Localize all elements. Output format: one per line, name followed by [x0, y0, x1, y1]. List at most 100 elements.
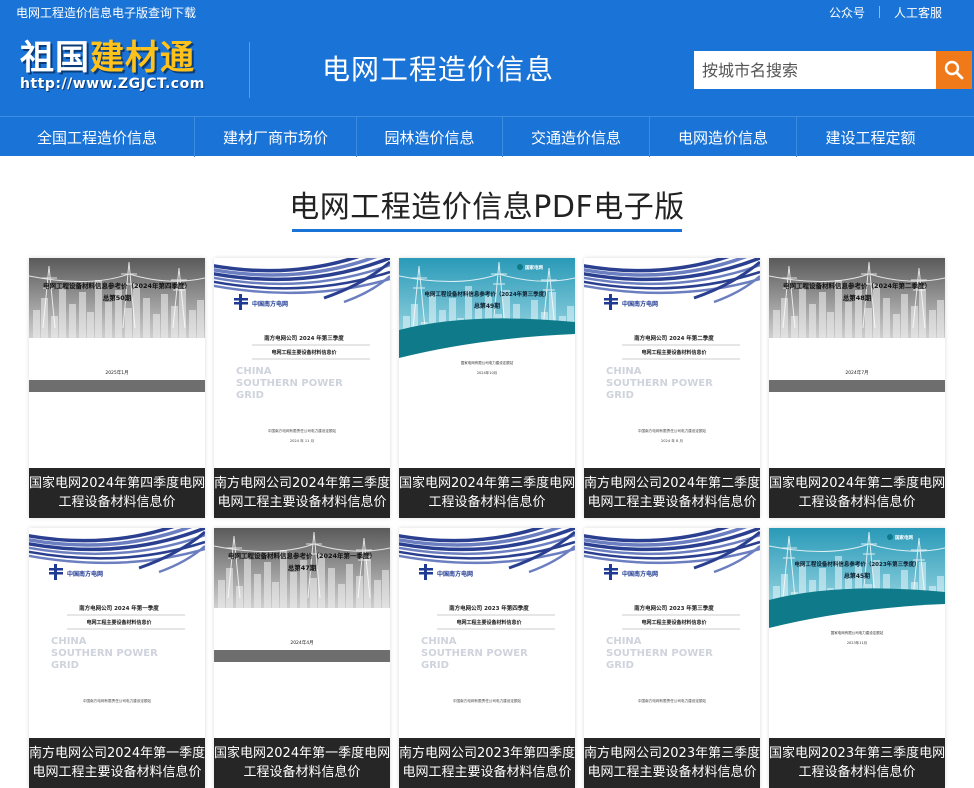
document-card[interactable]: 中国南方电网 南方电网公司 2023 年第四季度 电网工程主要设备材料信息价 CHIN… — [399, 528, 575, 788]
cover-en-line3: GRID — [236, 390, 264, 401]
document-title-line1: 南方电网公司2023年第四季度 — [399, 746, 575, 761]
cover-issue: 总第45期 — [844, 572, 870, 580]
document-cover[interactable]: 电网工程设备材料信息参考价（2024年第一季度） 总第47期 2024年4月 — [214, 528, 390, 738]
cover-image: 国家电网电网工程设备材料信息参考价（2023年第三季度） 总第45期国家电网有限公… — [769, 528, 945, 652]
document-title[interactable]: 南方电网公司2023年第三季度 电网工程主要设备材料信息价 — [584, 738, 760, 788]
cover-date: 2025年1月 — [105, 369, 128, 376]
cover-date: 2023年11月 — [847, 640, 867, 645]
cover-issue: 总第48期 — [843, 293, 872, 302]
site-logo[interactable]: 祖国建材通 http://www.ZGJCT.com — [20, 38, 230, 108]
header-divider — [249, 42, 250, 98]
nav-grid-cost[interactable]: 电网造价信息 — [650, 117, 797, 157]
document-cover[interactable]: 国家电网 电网工程设备材料信息参考价（2024年第三季度） 总第49期 国家电网有限公… — [399, 258, 575, 468]
cover-en-line2: SOUTHERN POWER — [606, 378, 713, 389]
search-input[interactable] — [694, 51, 936, 89]
cover-title: 电网工程设备材料信息参考价（2024年第四季度） — [43, 281, 191, 290]
nav-traffic-cost[interactable]: 交通造价信息 — [503, 117, 650, 157]
document-title-line1: 南方电网公司2024年第二季度 — [584, 476, 760, 491]
document-title-line1: 南方电网公司2024年第一季度 — [29, 746, 205, 761]
cover-date: 2024 年 11 月 — [290, 438, 314, 443]
document-cover[interactable]: 中国南方电网 南方电网公司 2024 年第二季度 电网工程主要设备材料信息价 CHIN… — [584, 258, 760, 468]
cover-title: 南方电网公司 2024 年第二季度 — [634, 334, 714, 342]
document-title[interactable]: 南方电网公司2024年第三季度 电网工程主要设备材料信息价 — [214, 468, 390, 518]
cover-issue: 总第47期 — [288, 563, 317, 572]
document-card[interactable]: 国家电网 电网工程设备材料信息参考价（2024年第三季度） 总第49期 国家电网有限公… — [399, 258, 575, 518]
cover-logo: 中国南方电网 — [252, 300, 288, 308]
cover-image: 中国南方电网南方电网公司 2023 年第四季度电网工程主要设备材料信息价 CHIN… — [399, 528, 575, 703]
cover-date: 2024年4月 — [290, 639, 313, 646]
nav-national-cost[interactable]: 全国工程造价信息 — [0, 117, 195, 157]
cover-logo: 国家电网 — [525, 264, 543, 271]
document-cover[interactable]: 中国南方电网 南方电网公司 2024 年第一季度 电网工程主要设备材料信息价 CHIN… — [29, 528, 205, 738]
document-card[interactable]: 电网工程设备材料信息参考价（2024年第二季度） 总第48期 2024年7月国家电网… — [769, 258, 945, 518]
document-title[interactable]: 南方电网公司2023年第四季度 电网工程主要设备材料信息价 — [399, 738, 575, 788]
cover-en-line3: GRID — [421, 660, 449, 671]
cover-en-line3: GRID — [606, 390, 634, 401]
logo-text-yellow: 建材通 — [90, 38, 195, 78]
heading-section: 电网工程造价信息PDF电子版 — [0, 156, 974, 258]
cover-title: 电网工程设备材料信息参考价（2023年第三季度） — [794, 560, 919, 568]
search-button[interactable] — [936, 51, 972, 89]
cover-logo: 中国南方电网 — [622, 300, 658, 308]
cover-subtitle: 电网工程主要设备材料信息价 — [641, 619, 707, 626]
cover-org: 中国南方电网有限责任公司电力建设定额站 — [638, 428, 707, 433]
document-title[interactable]: 南方电网公司2024年第二季度 电网工程主要设备材料信息价 — [584, 468, 760, 518]
cover-image: 中国南方电网南方电网公司 2024 年第三季度电网工程主要设备材料信息价 CHIN… — [214, 258, 390, 443]
document-card[interactable]: 国家电网电网工程设备材料信息参考价（2023年第三季度） 总第45期国家电网有限公… — [769, 528, 945, 788]
document-card[interactable]: 电网工程设备材料信息参考价（2024年第四季度） 总第50期 2025年1月国家电网… — [29, 258, 205, 518]
cover-org: 中国南方电网有限责任公司电力建设定额站 — [268, 428, 337, 433]
logo-text-white: 祖国 — [20, 38, 90, 78]
top-links: 公众号 人工客服 — [815, 4, 956, 21]
cover-logo: 国家电网 — [895, 534, 913, 541]
cover-image: 电网工程设备材料信息参考价（2024年第一季度） 总第47期 2024年4月 — [214, 528, 390, 662]
document-card[interactable]: 中国南方电网 南方电网公司 2024 年第一季度 电网工程主要设备材料信息价 CHIN… — [29, 528, 205, 788]
cover-subtitle: 电网工程主要设备材料信息价 — [271, 349, 337, 356]
cover-en-line1: CHINA — [236, 366, 272, 377]
document-title[interactable]: 南方电网公司2024年第一季度 电网工程主要设备材料信息价 — [29, 738, 205, 788]
document-title[interactable]: 国家电网2024年第四季度电网 工程设备材料信息价 — [29, 468, 205, 518]
document-title[interactable]: 国家电网2024年第二季度电网 工程设备材料信息价 — [769, 468, 945, 518]
document-title-line1: 国家电网2024年第一季度电网 — [214, 746, 390, 761]
cover-date: 2024年7月 — [845, 369, 868, 376]
document-card[interactable]: 中国南方电网 南方电网公司 2023 年第三季度 电网工程主要设备材料信息价 CHIN… — [584, 528, 760, 788]
cover-title: 南方电网公司 2024 年第三季度 — [264, 334, 344, 342]
document-cover[interactable]: 中国南方电网 南方电网公司 2023 年第四季度 电网工程主要设备材料信息价 CHIN… — [399, 528, 575, 738]
document-title[interactable]: 国家电网2024年第三季度电网 工程设备材料信息价 — [399, 468, 575, 518]
cover-issue: 总第49期 — [474, 302, 500, 310]
cover-subtitle: 电网工程主要设备材料信息价 — [456, 619, 522, 626]
nav-landscape-cost[interactable]: 园林造价信息 — [357, 117, 503, 157]
document-cover[interactable]: 中国南方电网 南方电网公司 2023 年第三季度 电网工程主要设备材料信息价 CHIN… — [584, 528, 760, 738]
cover-date: 2024 年 8 月 — [661, 438, 683, 443]
cover-org: 中国南方电网有限责任公司电力建设定额站 — [83, 698, 152, 703]
document-cover[interactable]: 电网工程设备材料信息参考价（2024年第四季度） 总第50期 2025年1月 — [29, 258, 205, 468]
cover-org: 中国南方电网有限责任公司电力建设定额站 — [638, 698, 707, 703]
document-title-line1: 南方电网公司2024年第三季度 — [214, 476, 390, 491]
cover-org: 国家电网有限公司电力建设定额站 — [831, 630, 884, 635]
document-title-line1: 国家电网2024年第二季度电网 — [769, 476, 945, 491]
cover-subtitle: 电网工程主要设备材料信息价 — [86, 619, 152, 626]
document-title[interactable]: 国家电网2023年第三季度电网 工程设备材料信息价 — [769, 738, 945, 788]
cover-image: 中国南方电网南方电网公司 2023 年第三季度电网工程主要设备材料信息价 CHIN… — [584, 528, 760, 703]
document-title-line2: 电网工程主要设备材料信息价 — [402, 765, 572, 780]
cover-title: 电网工程设备材料信息参考价（2024年第二季度） — [783, 281, 931, 290]
document-title[interactable]: 国家电网2024年第一季度电网 工程设备材料信息价 — [214, 738, 390, 788]
cover-title: 电网工程设备材料信息参考价（2024年第一季度） — [228, 551, 376, 560]
search-icon — [944, 60, 964, 80]
document-cover[interactable]: 中国南方电网南方电网公司 2024 年第三季度 电网工程主要设备材料信息价 CHIN… — [214, 258, 390, 468]
document-title-line2: 工程设备材料信息价 — [798, 495, 916, 510]
document-cover[interactable]: 电网工程设备材料信息参考价（2024年第二季度） 总第48期 2024年7月 — [769, 258, 945, 468]
wechat-link[interactable]: 公众号 — [815, 4, 879, 21]
nav-manufacturer-price[interactable]: 建材厂商市场价 — [195, 117, 357, 157]
cover-subtitle: 电网工程主要设备材料信息价 — [641, 349, 707, 356]
cover-issue: 总第50期 — [103, 293, 132, 302]
document-cover[interactable]: 国家电网电网工程设备材料信息参考价（2023年第三季度） 总第45期国家电网有限公… — [769, 528, 945, 738]
document-title-line2: 电网工程主要设备材料信息价 — [587, 765, 757, 780]
document-title-line2: 工程设备材料信息价 — [58, 495, 176, 510]
top-strip: 电网工程造价信息电子版查询下载 公众号 人工客服 — [0, 0, 974, 24]
document-card[interactable]: 电网工程设备材料信息参考价（2024年第一季度） 总第47期 2024年4月国家电网… — [214, 528, 390, 788]
header: 祖国建材通 http://www.ZGJCT.com 电网工程造价信息 — [0, 24, 974, 116]
customer-service-link[interactable]: 人工客服 — [880, 4, 956, 21]
document-card[interactable]: 中国南方电网 南方电网公司 2024 年第二季度 电网工程主要设备材料信息价 CHIN… — [584, 258, 760, 518]
nav-construction-quota[interactable]: 建设工程定额 — [797, 117, 944, 157]
document-card[interactable]: 中国南方电网南方电网公司 2024 年第三季度 电网工程主要设备材料信息价 CHIN… — [214, 258, 390, 518]
